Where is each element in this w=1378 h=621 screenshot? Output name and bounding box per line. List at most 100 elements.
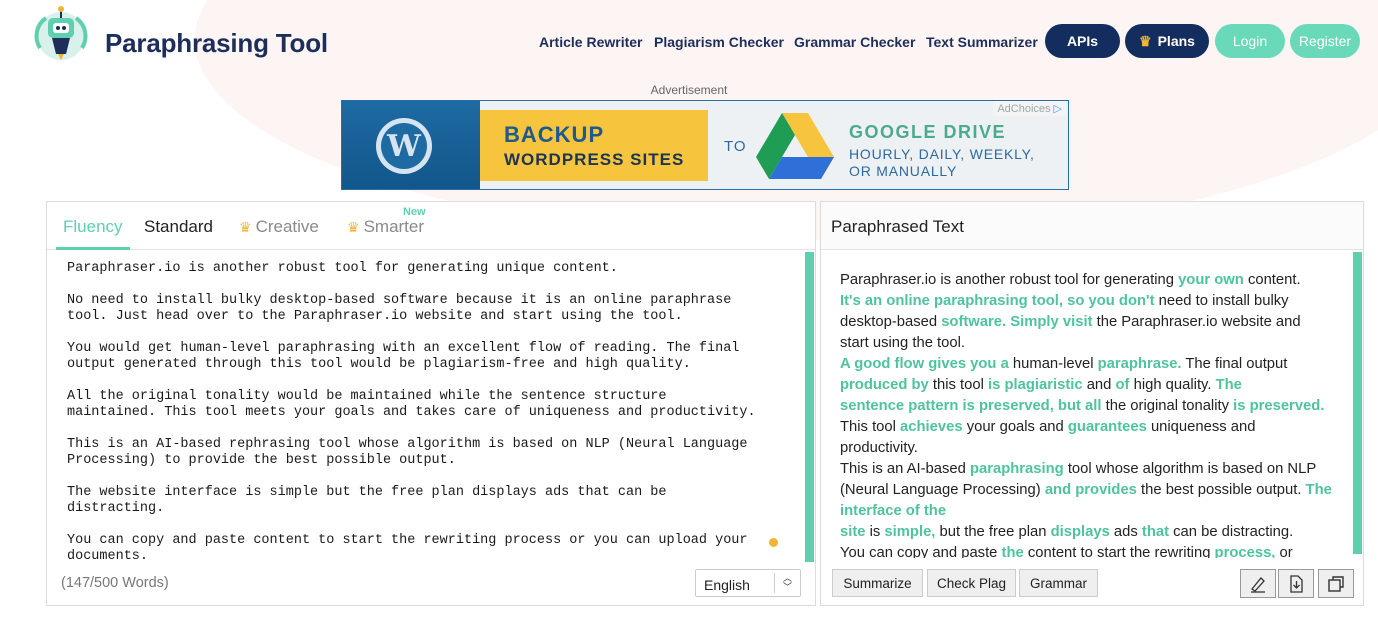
download-icon: [1290, 574, 1303, 593]
output-text-segment: human-level: [1008, 356, 1098, 372]
changed-phrase[interactable]: displays: [1051, 524, 1110, 540]
tab-smarter-label: Smarter: [363, 217, 425, 236]
nav-plagiarism-checker[interactable]: Plagiarism Checker: [654, 34, 784, 50]
changed-phrase[interactable]: It's an online paraphrasing tool, so you…: [840, 293, 1155, 309]
changed-phrase[interactable]: paraphrase.: [1098, 356, 1182, 372]
output-text-segment: high quality.: [1129, 377, 1216, 393]
grammar-button[interactable]: Grammar: [1019, 569, 1098, 597]
output-text-segment: content.: [1243, 272, 1301, 288]
changed-phrase[interactable]: the: [1002, 545, 1024, 558]
input-scrollbar[interactable]: [805, 252, 814, 562]
tab-fluency[interactable]: Fluency: [63, 217, 123, 237]
output-panel: Paraphrased Text Paraphraser.io is anoth…: [820, 201, 1364, 606]
changed-phrase[interactable]: of: [1116, 377, 1130, 393]
ad-to-text: TO: [724, 138, 747, 155]
output-text-segment: but the free plan: [935, 524, 1051, 540]
output-text-segment: Paraphraser.io is another robust tool fo…: [840, 272, 1179, 288]
crown-icon: ♛: [1139, 32, 1152, 49]
output-header: Paraphrased Text: [821, 202, 1363, 250]
tab-standard[interactable]: Standard: [144, 217, 213, 237]
ad-drive-title: GOOGLE DRIVE: [849, 122, 1007, 142]
check-plag-button[interactable]: Check Plag: [927, 569, 1016, 597]
eraser-icon: [1251, 576, 1265, 593]
ad-wordpress-panel: W: [342, 101, 480, 189]
paraphrased-output: Paraphraser.io is another robust tool fo…: [840, 270, 1332, 558]
output-text-segment: can be distracting.: [1169, 524, 1294, 540]
login-button[interactable]: Login: [1215, 24, 1285, 58]
site-header: Paraphrasing Tool Article Rewriter Plagi…: [0, 0, 1378, 84]
changed-phrase[interactable]: The: [1216, 377, 1242, 393]
output-text-segment: and: [1082, 377, 1116, 393]
adchoices-icon: ▷: [1053, 103, 1062, 115]
ad-headline: BACKUP: [504, 122, 605, 147]
changed-phrase[interactable]: site: [840, 524, 866, 540]
crown-icon: ♛: [347, 219, 360, 235]
new-badge: New: [403, 206, 426, 218]
output-text-segment: the original tonality: [1101, 398, 1234, 414]
eraser-button[interactable]: [1240, 569, 1276, 598]
output-text-segment: The final output: [1181, 356, 1288, 372]
summarize-button[interactable]: Summarize: [832, 569, 923, 597]
changed-phrase[interactable]: is plagiaristic: [988, 377, 1083, 393]
language-select[interactable]: English ︿ ﹀: [695, 569, 801, 597]
changed-phrase[interactable]: that: [1142, 524, 1169, 540]
input-paragraph: All the original tonality would be maint…: [67, 389, 756, 420]
adchoices-badge[interactable]: AdChoices ▷: [993, 101, 1066, 116]
adchoices-label: AdChoices: [997, 102, 1051, 115]
plans-button[interactable]: ♛ Plans: [1125, 24, 1209, 58]
nav-grammar-checker[interactable]: Grammar Checker: [794, 34, 915, 50]
input-paragraph: Paraphraser.io is another robust tool fo…: [67, 261, 618, 276]
advertisement-banner[interactable]: W BACKUP WORDPRESS SITES TO GOOGLE DRIVE…: [341, 100, 1069, 190]
mascot-logo-icon[interactable]: [28, 4, 94, 62]
changed-phrase[interactable]: sentence pattern is preserved, but all: [840, 398, 1102, 414]
copy-icon: [1328, 575, 1344, 592]
input-paragraph: You can copy and paste content to start …: [67, 533, 748, 564]
input-paragraph: This is an AI-based rephrasing tool whos…: [67, 437, 748, 468]
tab-smarter[interactable]: ♛ Smarter: [347, 217, 424, 237]
changed-phrase[interactable]: guarantees: [1068, 419, 1147, 435]
brand-name[interactable]: Paraphrasing Tool: [105, 28, 328, 59]
changed-phrase[interactable]: achieves: [900, 419, 963, 435]
changed-phrase[interactable]: your own: [1178, 272, 1244, 288]
changed-phrase[interactable]: process,: [1215, 545, 1276, 558]
updown-arrows-icon: ︿ ﹀: [774, 573, 800, 593]
copy-button[interactable]: [1318, 569, 1354, 598]
changed-phrase[interactable]: simple,: [884, 524, 935, 540]
ad-sub-line1: HOURLY, DAILY, WEEKLY,: [849, 146, 1035, 162]
nav-article-rewriter[interactable]: Article Rewriter: [539, 34, 642, 50]
input-paragraph: You would get human-level paraphrasing w…: [67, 341, 740, 372]
mode-tabs: Fluency Standard ♛ Creative ♛ Smarter New: [47, 202, 815, 250]
nav-text-summarizer[interactable]: Text Summarizer: [926, 34, 1038, 50]
input-paragraph: The website interface is simple but the …: [67, 485, 667, 516]
google-drive-logo-icon: [756, 113, 834, 179]
output-text-segment: ads: [1109, 524, 1142, 540]
tab-creative[interactable]: ♛ Creative: [239, 217, 319, 237]
apis-button-label: APIs: [1066, 33, 1099, 49]
register-button[interactable]: Register: [1290, 24, 1360, 58]
output-text-segment: This is an AI-based: [840, 461, 970, 477]
cursor-indicator: [769, 538, 778, 547]
output-text-segment: your goals and: [962, 419, 1068, 435]
changed-phrase[interactable]: A good flow gives you a: [840, 356, 1009, 372]
ad-drive-subtitle: HOURLY, DAILY, WEEKLY, OR MANUALLY: [849, 146, 1059, 180]
changed-phrase[interactable]: paraphrasing: [970, 461, 1064, 477]
apis-button[interactable]: APIs: [1045, 24, 1120, 58]
input-panel: Fluency Standard ♛ Creative ♛ Smarter New …: [46, 201, 816, 606]
download-button[interactable]: [1278, 569, 1314, 598]
wordpress-logo-icon: W: [376, 118, 432, 174]
output-text-segment: this tool: [928, 377, 989, 393]
changed-phrase[interactable]: software. Simply visit: [941, 314, 1092, 330]
plans-button-label: Plans: [1157, 33, 1195, 49]
crown-icon: ♛: [239, 219, 252, 235]
input-paragraph: No need to install bulky desktop-based s…: [67, 293, 732, 324]
active-tab-indicator: [56, 247, 130, 250]
changed-phrase[interactable]: produced by: [840, 377, 929, 393]
output-text-segment: the best possible output.: [1136, 482, 1306, 498]
input-textarea[interactable]: Paraphraser.io is another robust tool fo…: [67, 261, 805, 581]
changed-phrase[interactable]: and provides: [1045, 482, 1137, 498]
output-scrollbar[interactable]: [1353, 252, 1362, 554]
login-button-label: Login: [1232, 33, 1268, 49]
language-value: English: [704, 577, 750, 593]
changed-phrase[interactable]: is preserved.: [1233, 398, 1324, 414]
output-title: Paraphrased Text: [831, 217, 964, 236]
